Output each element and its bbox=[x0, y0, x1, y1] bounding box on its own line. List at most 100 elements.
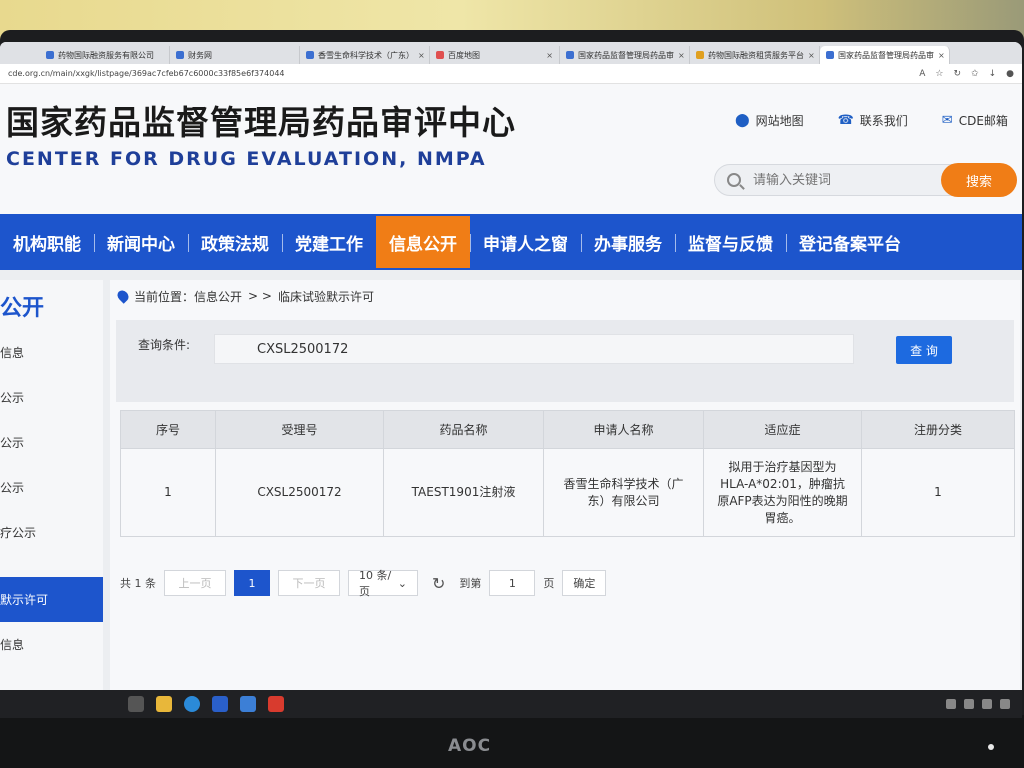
refresh-icon[interactable]: ↻ bbox=[432, 574, 445, 593]
power-led bbox=[988, 744, 994, 750]
favicon-icon bbox=[696, 51, 704, 59]
goto-page-input[interactable]: 1 bbox=[489, 570, 536, 596]
url-text[interactable]: cde.org.cn/main/xxgk/listpage/369ac7cfeb… bbox=[8, 69, 919, 78]
favorites-icon[interactable]: ✩ bbox=[971, 69, 979, 79]
tray-icon[interactable] bbox=[946, 699, 956, 709]
results-table: 序号 受理号 药品名称 申请人名称 适应症 注册分类 1 CXSL2500172… bbox=[120, 410, 1015, 537]
browser-tab[interactable]: 财务网 bbox=[170, 46, 300, 64]
app-icon[interactable] bbox=[268, 696, 284, 712]
sidebar-item[interactable]: 信息 bbox=[0, 330, 103, 375]
column-header: 申请人名称 bbox=[543, 410, 704, 449]
close-icon[interactable]: × bbox=[678, 51, 685, 60]
outlook-icon[interactable] bbox=[212, 696, 228, 712]
browser-tab-active[interactable]: 国家药品监督管理局药品审 × bbox=[820, 46, 950, 64]
favicon-icon bbox=[46, 51, 54, 59]
sitemap-link[interactable]: ⬤ 网站地图 bbox=[735, 112, 804, 129]
close-icon[interactable]: × bbox=[808, 51, 815, 60]
monitor-brand-logo: AOC bbox=[448, 736, 492, 756]
table-cell-drug-name: TAEST1901注射液 bbox=[383, 448, 544, 537]
favicon-icon bbox=[826, 51, 834, 59]
mail-icon: ✉ bbox=[941, 113, 953, 128]
table-cell-accept-no: CXSL2500172 bbox=[215, 448, 384, 537]
edge-browser-icon[interactable] bbox=[184, 696, 200, 712]
query-label: 查询条件: bbox=[138, 338, 191, 352]
table-cell-indication: 拟用于治疗基因型为HLA-A*02:01，肿瘤抗原AFP表达为阳性的晚期胃癌。 bbox=[703, 448, 862, 537]
file-explorer-icon[interactable] bbox=[156, 696, 172, 712]
app-icon[interactable] bbox=[240, 696, 256, 712]
nav-item-applicant[interactable]: 申请人之窗 bbox=[470, 214, 581, 270]
sidebar-item[interactable]: 信息 bbox=[0, 622, 103, 667]
tray-icon[interactable] bbox=[964, 699, 974, 709]
favicon-icon bbox=[566, 51, 574, 59]
query-button[interactable]: 查 询 bbox=[896, 336, 952, 364]
refresh-icon[interactable]: ↻ bbox=[954, 69, 962, 79]
nav-item-org[interactable]: 机构职能 bbox=[0, 214, 94, 270]
sidebar-title: 公开 bbox=[0, 296, 45, 321]
table-row[interactable]: 1 CXSL2500172 TAEST1901注射液 香雪生命科学技术（广东）有… bbox=[120, 448, 1015, 537]
favicon-icon bbox=[306, 51, 314, 59]
next-page-button[interactable]: 下一页 bbox=[278, 570, 340, 596]
close-icon[interactable]: × bbox=[938, 51, 945, 60]
monitor-bezel-bottom bbox=[0, 715, 1024, 768]
tray-icon[interactable] bbox=[1000, 699, 1010, 709]
sidebar-item[interactable]: 公示 bbox=[0, 465, 103, 510]
close-icon[interactable]: × bbox=[418, 51, 425, 60]
table-cell-category: 1 bbox=[861, 448, 1015, 537]
breadcrumb-prefix[interactable]: 当前位置：信息公开 bbox=[134, 288, 242, 305]
pagination: 共 1 条 上一页 1 下一页 10 条/页 ⌄ ↻ 到第 1 页 确定 bbox=[120, 569, 607, 598]
nav-item-services[interactable]: 办事服务 bbox=[581, 214, 675, 270]
sidebar: 公开 信息 公示 公示 公示 疗公示 默示许可 信息 bbox=[0, 280, 103, 690]
site-header: 国家药品监督管理局药品审评中心 CENTER FOR DRUG EVALUATI… bbox=[0, 84, 1022, 214]
browser-tab[interactable]: 药物国际融资租赁服务平台 × bbox=[690, 46, 820, 64]
breadcrumb: 当前位置：信息公开 > > 临床试验默示许可 bbox=[110, 280, 1020, 312]
site-search-button[interactable]: 搜索 bbox=[941, 163, 1017, 197]
task-view-icon[interactable] bbox=[128, 696, 144, 712]
sidebar-item[interactable]: 疗公示 bbox=[0, 510, 103, 555]
nav-item-registration[interactable]: 登记备案平台 bbox=[786, 214, 914, 270]
table-cell-applicant: 香雪生命科学技术（广东）有限公司 bbox=[543, 448, 704, 537]
favorite-star-icon[interactable]: ☆ bbox=[935, 69, 943, 79]
taskbar bbox=[0, 690, 1022, 718]
total-count: 共 1 条 bbox=[120, 577, 156, 590]
download-icon[interactable]: ↓ bbox=[989, 69, 997, 79]
table-cell-index: 1 bbox=[120, 448, 216, 537]
site-search-input[interactable] bbox=[753, 172, 923, 188]
screen: 药物国际融资服务有限公司 财务网 香雪生命科学技术（广东） × 百度地图 × 国家药… bbox=[0, 42, 1022, 718]
nav-item-feedback[interactable]: 监督与反馈 bbox=[675, 214, 786, 270]
main-nav: 机构职能 新闻中心 政策法规 党建工作 信息公开 申请人之窗 办事服务 监督与反… bbox=[0, 214, 1022, 270]
read-aloud-icon[interactable]: A bbox=[919, 69, 925, 79]
browser-toolbar: A ☆ ↻ ✩ ↓ ● bbox=[919, 69, 1014, 79]
prev-page-button[interactable]: 上一页 bbox=[164, 570, 226, 596]
page-size-value: 10 条/页 bbox=[359, 569, 392, 598]
profile-icon[interactable]: ● bbox=[1006, 69, 1014, 79]
column-header: 受理号 bbox=[215, 410, 384, 449]
query-input[interactable] bbox=[214, 334, 854, 364]
sidebar-item-active[interactable]: 默示许可 bbox=[0, 577, 103, 622]
goto-label: 到第 bbox=[459, 577, 482, 590]
search-icon bbox=[727, 173, 741, 187]
browser-tab[interactable]: 国家药品监督管理局药品审 × bbox=[560, 46, 690, 64]
browser-tab[interactable]: 百度地图 × bbox=[430, 46, 560, 64]
nav-item-party[interactable]: 党建工作 bbox=[282, 214, 376, 270]
nav-item-info-public[interactable]: 信息公开 bbox=[376, 216, 470, 268]
sidebar-item[interactable]: 公示 bbox=[0, 375, 103, 420]
query-panel: 查询条件: 查 询 bbox=[116, 320, 1014, 402]
browser-tab[interactable]: 药物国际融资服务有限公司 bbox=[40, 46, 170, 64]
confirm-button[interactable]: 确定 bbox=[562, 570, 607, 596]
close-icon[interactable]: × bbox=[546, 51, 553, 60]
location-pin-icon: ⬤ bbox=[735, 113, 750, 128]
column-header: 注册分类 bbox=[861, 410, 1015, 449]
page-size-select[interactable]: 10 条/页 ⌄ bbox=[348, 569, 418, 598]
nav-item-news[interactable]: 新闻中心 bbox=[94, 214, 188, 270]
page-number-button[interactable]: 1 bbox=[234, 570, 270, 596]
tray-icon[interactable] bbox=[982, 699, 992, 709]
site-title-cn[interactable]: 国家药品监督管理局药品审评中心 bbox=[6, 96, 516, 144]
browser-tab[interactable]: 香雪生命科学技术（广东） × bbox=[300, 46, 430, 64]
site-title-en[interactable]: CENTER FOR DRUG EVALUATION, NMPA bbox=[6, 148, 487, 170]
nav-item-policy[interactable]: 政策法规 bbox=[188, 214, 282, 270]
sidebar-item[interactable]: 公示 bbox=[0, 420, 103, 465]
address-bar[interactable]: cde.org.cn/main/xxgk/listpage/369ac7cfeb… bbox=[0, 64, 1022, 84]
contact-link[interactable]: ☎ 联系我们 bbox=[838, 112, 908, 129]
mail-link[interactable]: ✉ CDE邮箱 bbox=[942, 112, 1008, 129]
page-unit-label: 页 bbox=[543, 577, 555, 590]
